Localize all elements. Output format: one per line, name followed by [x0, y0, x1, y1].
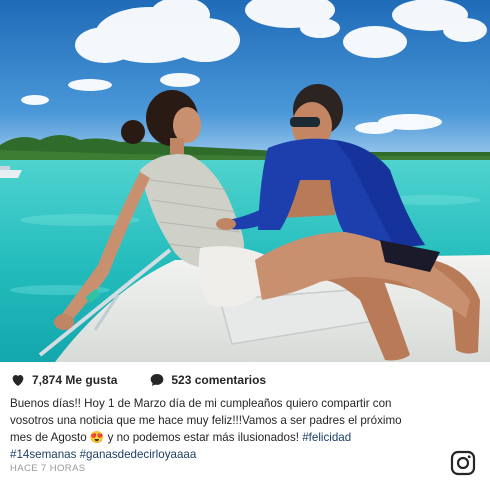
post-photo[interactable] — [0, 0, 490, 362]
heart-icon[interactable] — [10, 372, 26, 388]
comments-count[interactable]: 523 comentarios — [171, 373, 266, 387]
instagram-post: 7,874 Me gusta 523 comentarios Buenos dí… — [0, 0, 490, 490]
caption-line: Buenos días!! Hoy 1 de Marzo día de mi c… — [10, 397, 392, 410]
post-stats: 7,874 Me gusta 523 comentarios — [10, 371, 270, 389]
post-caption: Buenos días!! Hoy 1 de Marzo día de mi c… — [10, 395, 450, 463]
post-photo-illustration — [0, 0, 490, 362]
caption-hashtag[interactable]: #felicidad — [302, 431, 351, 444]
likes-count[interactable]: 7,874 Me gusta — [32, 373, 117, 387]
post-timestamp: HACE 7 HORAS — [10, 463, 86, 474]
caption-line: mes de Agosto 😍 y no podemos estar más i… — [10, 431, 352, 444]
comment-bubble-icon[interactable] — [149, 372, 165, 388]
caption-hashtags[interactable]: #14semanas #ganasdedecirloyaaaa — [10, 446, 450, 463]
caption-line: vosotros una noticia que me hace muy fel… — [10, 414, 402, 427]
instagram-icon[interactable] — [450, 450, 476, 476]
